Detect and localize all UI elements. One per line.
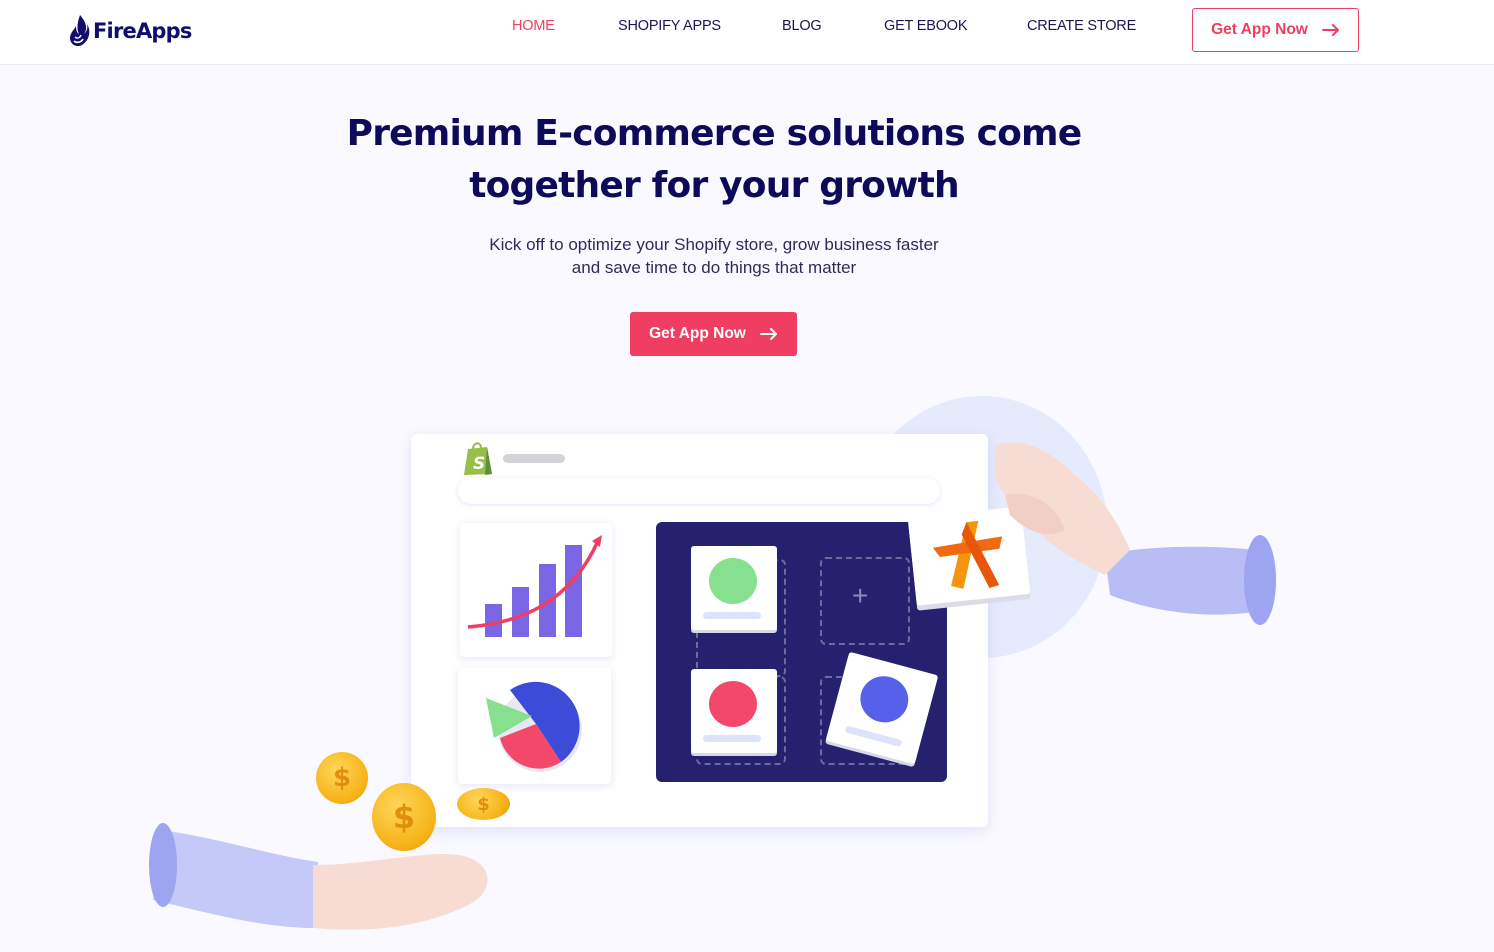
nav-create-store[interactable]: CREATE STORE — [1027, 18, 1136, 34]
shopify-bag-letter: S — [473, 454, 485, 474]
blue-app-dot — [855, 670, 914, 728]
store-search-bar — [458, 478, 940, 504]
header-get-app-label: Get App Now — [1211, 21, 1308, 38]
growth-bar-1 — [485, 604, 502, 637]
store-dashboard-illustration: S + — [411, 434, 988, 827]
red-app-dot — [709, 681, 757, 727]
nav-get-ebook[interactable]: GET EBOOK — [884, 18, 968, 34]
pie-chart-card — [458, 668, 611, 784]
left-hand-illustration — [149, 823, 488, 930]
flame-icon — [70, 15, 90, 47]
growth-chart-graphic — [467, 535, 602, 637]
header-get-app-button[interactable]: Get App Now — [1192, 8, 1359, 52]
hero-subtitle-line-1: Kick off to optimize your Shopify store,… — [489, 235, 939, 254]
green-app-dot — [709, 558, 757, 604]
nav-blog[interactable]: BLOG — [782, 18, 822, 34]
right-hand-illustration — [994, 442, 1276, 625]
coin-icon: $ — [316, 752, 368, 804]
arrow-right-icon — [759, 328, 777, 340]
arrow-right-icon — [1321, 24, 1339, 36]
hero-title-line-1: Premium E-commerce solutions come — [346, 113, 1083, 154]
growth-bar-4 — [565, 545, 582, 637]
nav-shopify-apps[interactable]: SHOPIFY APPS — [618, 18, 721, 34]
hero-subtitle-line-2: and save time to do things that matter — [571, 258, 857, 277]
logo-text: FireApps — [93, 19, 192, 43]
hero-get-app-button[interactable]: Get App Now — [630, 312, 797, 356]
growth-chart-card — [460, 523, 612, 657]
app-tile-green — [691, 546, 777, 630]
add-app-plus-icon: + — [852, 580, 869, 611]
hero-subtitle: Kick off to optimize your Shopify store,… — [0, 233, 1428, 279]
store-name-placeholder — [503, 454, 565, 463]
pie-chart-graphic — [486, 681, 582, 772]
app-grid-panel: + — [656, 522, 947, 782]
hero-illustration: S + $ $ $ — [0, 380, 1494, 952]
hero-get-app-label: Get App Now — [649, 325, 746, 342]
site-header: FireApps HOME SHOPIFY APPS BLOG GET EBOO… — [0, 0, 1494, 65]
hero-title-line-2: together for your growth — [469, 165, 959, 206]
hero-title: Premium E-commerce solutions come togeth… — [0, 108, 1428, 212]
tile-label-bar — [703, 735, 761, 742]
shopify-bag-icon: S — [464, 442, 492, 475]
tile-label-bar — [703, 612, 761, 619]
tile-label-bar — [844, 725, 903, 748]
nav-home[interactable]: HOME — [512, 18, 555, 34]
app-tile-red — [691, 669, 777, 753]
fireapps-logo[interactable]: FireApps — [68, 12, 192, 50]
